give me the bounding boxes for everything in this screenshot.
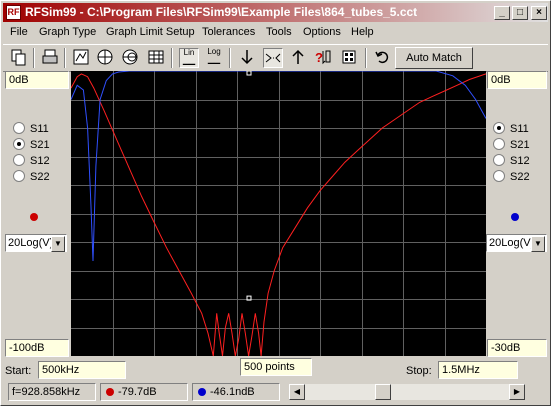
- window-title: RFSim99 - C:\Program Files\RFSim99\Examp…: [25, 5, 418, 19]
- smith-chart-icon[interactable]: [120, 48, 140, 68]
- radio-label: S22: [30, 171, 50, 183]
- close-button[interactable]: ×: [531, 6, 547, 20]
- help-pointer-icon[interactable]: ?: [313, 48, 333, 68]
- radio-button[interactable]: [493, 138, 505, 150]
- left-radio-s11[interactable]: S11: [13, 122, 49, 135]
- table-icon[interactable]: [146, 48, 166, 68]
- app-icon: RF: [6, 5, 21, 20]
- radio-label: S11: [510, 123, 529, 135]
- log-label: Log: [207, 47, 221, 56]
- menu-bar: File Graph Type Graph Limit Setup Tolera…: [3, 24, 548, 42]
- right-radio-s11[interactable]: S11: [493, 122, 529, 135]
- polar-icon[interactable]: [95, 48, 115, 68]
- svg-text:?: ?: [315, 50, 323, 65]
- rect-graph-icon[interactable]: [71, 48, 91, 68]
- radio-label: S12: [510, 155, 530, 167]
- start-label: Start:: [5, 365, 32, 377]
- linear-scale-icon[interactable]: Lin ▁▁: [179, 48, 199, 68]
- radio-button[interactable]: [493, 154, 505, 166]
- radio-button[interactable]: [13, 122, 25, 134]
- radio-button[interactable]: [493, 170, 505, 182]
- toolbar-separator: [365, 48, 367, 68]
- points-input[interactable]: 500 points: [240, 358, 312, 376]
- radio-button[interactable]: [13, 138, 25, 150]
- radio-label: S21: [510, 139, 530, 151]
- right-radio-s22[interactable]: S22: [493, 170, 530, 183]
- radio-label: S21: [30, 139, 50, 151]
- marker-point[interactable]: [246, 70, 252, 76]
- radio-label: S22: [510, 171, 530, 183]
- frequency-readout: f=928.858kHz: [8, 383, 96, 401]
- toolbar-separator: [33, 48, 35, 68]
- lin-label: Lin: [183, 48, 195, 57]
- scroll-left-button[interactable]: ◀: [289, 384, 305, 400]
- minimize-button[interactable]: _: [494, 6, 510, 20]
- red-dot-icon: [106, 388, 114, 396]
- radio-label: S11: [30, 123, 49, 135]
- title-bar[interactable]: RF RFSim99 - C:\Program Files\RFSim99\Ex…: [3, 3, 548, 22]
- left-radio-s12[interactable]: S12: [13, 154, 50, 167]
- left-bottom-value[interactable]: -100dB: [5, 339, 69, 357]
- radio-button[interactable]: [13, 170, 25, 182]
- series-line-right: [70, 70, 487, 262]
- right-top-value[interactable]: 0dB: [487, 71, 547, 89]
- log-scale-icon[interactable]: Log ▁▁: [204, 48, 224, 68]
- radio-button[interactable]: [493, 122, 505, 134]
- red-trace-readout: -79.7dB: [100, 383, 188, 401]
- stop-label: Stop:: [406, 365, 432, 377]
- menu-help[interactable]: Help: [351, 26, 374, 38]
- right-radio-s21[interactable]: S21: [493, 138, 530, 151]
- left-scale-select[interactable]: 20Log(V) ▼: [5, 234, 67, 252]
- graph-area[interactable]: [70, 70, 487, 357]
- radio-label: S12: [30, 155, 50, 167]
- red-trace-value: -79.7dB: [118, 386, 157, 398]
- menu-options[interactable]: Options: [303, 26, 341, 38]
- menu-file[interactable]: File: [10, 26, 28, 38]
- app-window: RF RFSim99 - C:\Program Files\RFSim99\Ex…: [0, 0, 551, 406]
- undo-icon[interactable]: [372, 48, 392, 68]
- graph-canvas[interactable]: [70, 70, 487, 357]
- status-bar: f=928.858kHz -79.7dB -46.1ndB ◀ ▶: [3, 381, 548, 403]
- left-trace-color-indicator: [30, 213, 38, 221]
- copy-icon[interactable]: [8, 48, 28, 68]
- toolbar-separator: [229, 48, 231, 68]
- print-icon[interactable]: [40, 48, 60, 68]
- narrow-icon[interactable]: [263, 48, 283, 68]
- blue-trace-readout: -46.1ndB: [192, 383, 280, 401]
- right-radio-s12[interactable]: S12: [493, 154, 530, 167]
- scroll-thumb[interactable]: [375, 384, 391, 400]
- stop-frequency-input[interactable]: 1.5MHz: [438, 361, 518, 379]
- radio-button[interactable]: [13, 154, 25, 166]
- toolbar: Lin ▁▁ Log ▁▁ ? Auto Match: [3, 44, 548, 72]
- up-arrow-icon[interactable]: [288, 48, 308, 68]
- menu-graph-limit-setup[interactable]: Graph Limit Setup: [106, 26, 195, 38]
- start-frequency-input[interactable]: 500kHz: [38, 361, 126, 379]
- blue-dot-icon: [198, 388, 206, 396]
- left-scale-value: 20Log(V): [8, 237, 54, 249]
- chevron-down-icon[interactable]: ▼: [51, 236, 65, 252]
- down-arrow-icon[interactable]: [237, 48, 257, 68]
- menu-tolerances[interactable]: Tolerances: [202, 26, 255, 38]
- right-trace-color-indicator: [511, 213, 519, 221]
- left-top-value[interactable]: 0dB: [5, 71, 69, 89]
- left-radio-s22[interactable]: S22: [13, 170, 50, 183]
- left-radio-s21[interactable]: S21: [13, 138, 50, 151]
- component-icon[interactable]: [339, 48, 359, 68]
- maximize-button[interactable]: □: [512, 6, 528, 20]
- auto-match-button[interactable]: Auto Match: [395, 47, 473, 69]
- frequency-scrollbar[interactable]: ◀ ▶: [289, 384, 525, 400]
- toolbar-separator: [64, 48, 66, 68]
- blue-trace-value: -46.1ndB: [210, 386, 255, 398]
- scroll-right-button[interactable]: ▶: [509, 384, 525, 400]
- right-bottom-value[interactable]: -30dB: [487, 339, 547, 357]
- menu-graph-type[interactable]: Graph Type: [39, 26, 96, 38]
- toolbar-separator: [171, 48, 173, 68]
- right-scale-value: 20Log(V): [489, 237, 535, 249]
- right-scale-select[interactable]: 20Log(V) ▼: [486, 234, 547, 252]
- chevron-down-icon[interactable]: ▼: [531, 236, 545, 252]
- menu-tools[interactable]: Tools: [266, 26, 292, 38]
